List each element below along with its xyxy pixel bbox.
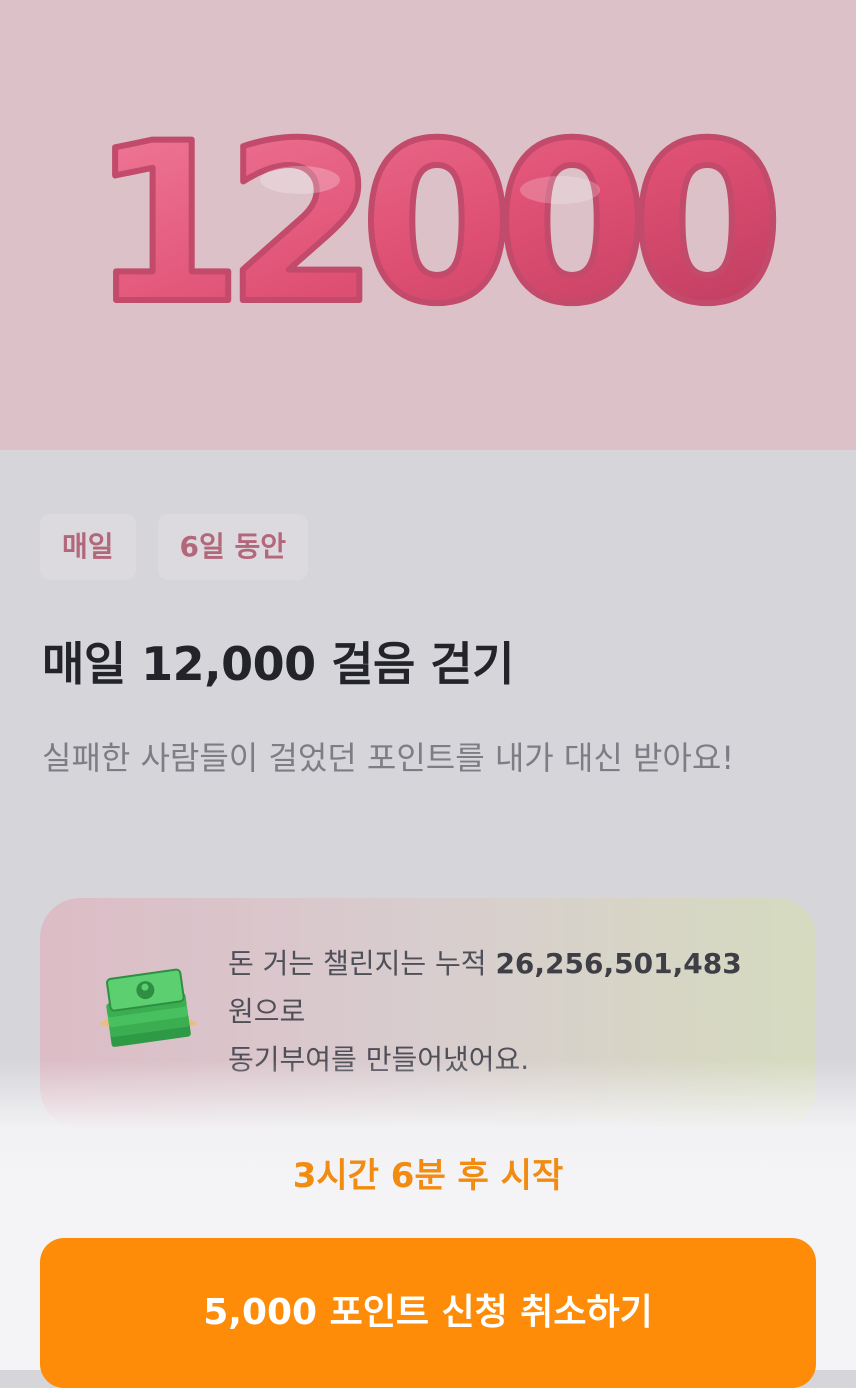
tag-list: 매일 6일 동안: [40, 514, 309, 580]
tag-duration: 6일 동안: [157, 514, 309, 580]
stats-text-suffix: 원으로: [228, 995, 306, 1028]
money-stack-icon: [98, 968, 198, 1047]
challenge-title: 매일 12,000 걸음 걷기: [42, 637, 514, 691]
stats-amount: 26,256,501,483: [495, 947, 742, 980]
hero-highlight: [520, 176, 600, 204]
cancel-application-button[interactable]: 5,000 포인트 신청 취소하기: [40, 1238, 816, 1388]
hero-illustration: 12000: [87, 93, 794, 355]
hero-number: 12000: [90, 96, 773, 352]
tag-frequency: 매일: [40, 514, 136, 580]
challenge-description: 실패한 사람들이 걸었던 포인트를 내가 대신 받아요!: [42, 739, 735, 777]
start-countdown: 3시간 6분 후 시작: [292, 1156, 564, 1196]
hero-banner: 12000: [0, 0, 856, 450]
hero-highlight: [260, 166, 340, 194]
stats-text-prefix: 돈 거는 챌린지는 누적: [228, 947, 496, 980]
